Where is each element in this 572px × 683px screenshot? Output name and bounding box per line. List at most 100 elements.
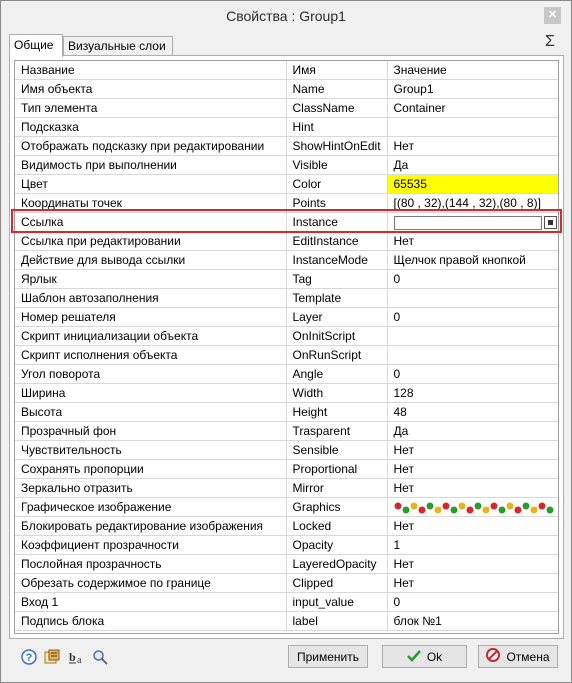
property-value-cell[interactable]: 0 bbox=[387, 364, 558, 384]
property-name-cell[interactable]: Locked bbox=[286, 516, 388, 536]
property-title-cell[interactable]: Отображать подсказку при редактировании bbox=[15, 136, 287, 156]
property-title-cell[interactable]: Графическое изображение bbox=[15, 497, 287, 517]
table-row[interactable]: Обрезать содержимое по границе Clipped Нет bbox=[15, 573, 558, 593]
property-value-cell[interactable]: Нет bbox=[387, 136, 558, 156]
property-value-cell[interactable]: Нет bbox=[387, 573, 558, 593]
property-name-cell[interactable]: LayeredOpacity bbox=[286, 554, 388, 574]
table-row[interactable]: Высота Height 48 bbox=[15, 402, 558, 422]
table-row[interactable]: Чувствительность Sensible Нет bbox=[15, 440, 558, 460]
property-title-cell[interactable]: Ссылка bbox=[15, 212, 287, 232]
table-row[interactable]: Ширина Width 128 bbox=[15, 383, 558, 403]
table-row[interactable]: Видимость при выполнении Visible Да bbox=[15, 155, 558, 175]
property-name-cell[interactable]: Proportional bbox=[286, 459, 388, 479]
ok-button[interactable]: Ok bbox=[382, 645, 467, 668]
property-value-cell[interactable] bbox=[387, 117, 558, 137]
property-title-cell[interactable]: Действие для вывода ссылки bbox=[15, 250, 287, 270]
property-name-cell[interactable]: Mirror bbox=[286, 478, 388, 498]
property-name-cell[interactable]: ShowHintOnEdit bbox=[286, 136, 388, 156]
property-value-cell[interactable]: Group1 bbox=[387, 79, 558, 99]
table-row[interactable]: Блокировать редактирование изображения Lo… bbox=[15, 516, 558, 536]
property-title-cell[interactable]: Высота bbox=[15, 402, 287, 422]
property-value-cell[interactable]: Щелчок правой кнопкой bbox=[387, 250, 558, 270]
property-title-cell[interactable]: Номер решателя bbox=[15, 307, 287, 327]
property-title-cell[interactable]: Вход 1 bbox=[15, 592, 287, 612]
property-title-cell[interactable]: Обрезать содержимое по границе bbox=[15, 573, 287, 593]
property-name-cell[interactable]: Template bbox=[286, 288, 388, 308]
property-title-cell[interactable]: Чувствительность bbox=[15, 440, 287, 460]
property-title-cell[interactable]: Ярлык bbox=[15, 269, 287, 289]
close-button[interactable]: ✕ bbox=[544, 7, 561, 24]
table-row[interactable]: Отображать подсказку при редактировании S… bbox=[15, 136, 558, 156]
text-format-icon[interactable]: ba bbox=[68, 649, 84, 666]
property-title-cell[interactable]: Подсказка bbox=[15, 117, 287, 137]
table-row[interactable]: Зеркально отразить Mirror Нет bbox=[15, 478, 558, 498]
property-value-cell[interactable]: 0 bbox=[387, 307, 558, 327]
property-value-cell[interactable]: блок №1 bbox=[387, 611, 558, 631]
table-row[interactable]: Сохранять пропорции Proportional Нет bbox=[15, 459, 558, 479]
table-row[interactable]: Ссылка при редактировании EditInstance Нет bbox=[15, 231, 558, 251]
property-name-cell[interactable]: Points bbox=[286, 193, 388, 213]
table-row[interactable]: Ярлык Tag 0 bbox=[15, 269, 558, 289]
apply-button[interactable]: Применить bbox=[288, 645, 368, 668]
column-header-value[interactable]: Значение bbox=[387, 61, 558, 80]
property-name-cell[interactable]: Height bbox=[286, 402, 388, 422]
property-value-cell[interactable]: Нет bbox=[387, 516, 558, 536]
property-title-cell[interactable]: Угол поворота bbox=[15, 364, 287, 384]
property-value-cell[interactable]: [(80 , 32),(144 , 32),(80 , 8)] bbox=[387, 193, 558, 213]
table-row[interactable]: Имя объекта Name Group1 bbox=[15, 79, 558, 99]
property-name-cell[interactable]: Angle bbox=[286, 364, 388, 384]
property-name-cell[interactable]: Sensible bbox=[286, 440, 388, 460]
property-title-cell[interactable]: Подпись блока bbox=[15, 611, 287, 631]
table-row[interactable]: Прозрачный фон Trasparent Да bbox=[15, 421, 558, 441]
property-value-cell[interactable]: Нет bbox=[387, 231, 558, 251]
property-value-cell[interactable]: Да bbox=[387, 421, 558, 441]
tab-visual-layers[interactable]: Визуальные слои bbox=[63, 36, 173, 55]
property-value-cell[interactable]: 0 bbox=[387, 269, 558, 289]
property-value-cell[interactable]: Нет bbox=[387, 554, 558, 574]
property-value-cell[interactable]: 128 bbox=[387, 383, 558, 403]
column-header-title[interactable]: Название bbox=[15, 61, 287, 80]
table-row[interactable]: Послойная прозрачность LayeredOpacity Нет bbox=[15, 554, 558, 574]
table-row[interactable]: Подпись блока label блок №1 bbox=[15, 611, 558, 631]
property-value-cell[interactable]: 65535 bbox=[387, 174, 558, 194]
property-title-cell[interactable]: Координаты точек bbox=[15, 193, 287, 213]
table-row[interactable]: Графическое изображение Graphics bbox=[15, 497, 558, 517]
cancel-button[interactable]: Отмена bbox=[478, 645, 558, 668]
table-row[interactable]: Шаблон автозаполнения Template bbox=[15, 288, 558, 308]
table-row[interactable]: Подсказка Hint bbox=[15, 117, 558, 137]
table-row[interactable]: Тип элемента ClassName Container bbox=[15, 98, 558, 118]
table-row[interactable]: Угол поворота Angle 0 bbox=[15, 364, 558, 384]
instance-input[interactable] bbox=[393, 215, 542, 230]
property-value-cell[interactable] bbox=[387, 345, 558, 365]
property-value-cell[interactable] bbox=[387, 288, 558, 308]
property-name-cell[interactable]: Graphics bbox=[286, 497, 388, 517]
property-title-cell[interactable]: Видимость при выполнении bbox=[15, 155, 287, 175]
table-row[interactable]: Скрипт исполнения объекта OnRunScript bbox=[15, 345, 558, 365]
property-title-cell[interactable]: Прозрачный фон bbox=[15, 421, 287, 441]
property-value-cell[interactable] bbox=[387, 326, 558, 346]
property-title-cell[interactable]: Имя объекта bbox=[15, 79, 287, 99]
property-name-cell[interactable]: OnRunScript bbox=[286, 345, 388, 365]
property-title-cell[interactable]: Послойная прозрачность bbox=[15, 554, 287, 574]
properties-icon[interactable] bbox=[44, 649, 60, 665]
property-name-cell[interactable]: label bbox=[286, 611, 388, 631]
table-row[interactable]: Цвет Color 65535 bbox=[15, 174, 558, 194]
property-name-cell[interactable]: Trasparent bbox=[286, 421, 388, 441]
help-icon[interactable]: ? bbox=[21, 649, 37, 665]
property-title-cell[interactable]: Коэффициент прозрачности bbox=[15, 535, 287, 555]
property-name-cell[interactable]: ClassName bbox=[286, 98, 388, 118]
table-row[interactable]: Ссылка Instance bbox=[15, 212, 558, 232]
property-title-cell[interactable]: Сохранять пропорции bbox=[15, 459, 287, 479]
property-title-cell[interactable]: Скрипт инициализации объекта bbox=[15, 326, 287, 346]
property-name-cell[interactable]: Width bbox=[286, 383, 388, 403]
property-name-cell[interactable]: Layer bbox=[286, 307, 388, 327]
table-row[interactable]: Коэффициент прозрачности Opacity 1 bbox=[15, 535, 558, 555]
property-name-cell[interactable]: Instance bbox=[286, 212, 388, 232]
table-row[interactable]: Вход 1 input_value 0 bbox=[15, 592, 558, 612]
property-title-cell[interactable]: Блокировать редактирование изображения bbox=[15, 516, 287, 536]
property-name-cell[interactable]: Visible bbox=[286, 155, 388, 175]
property-name-cell[interactable]: Color bbox=[286, 174, 388, 194]
tab-general[interactable]: Общие bbox=[9, 34, 63, 57]
table-row[interactable]: Действие для вывода ссылки InstanceMode Ще… bbox=[15, 250, 558, 270]
property-name-cell[interactable]: Name bbox=[286, 79, 388, 99]
